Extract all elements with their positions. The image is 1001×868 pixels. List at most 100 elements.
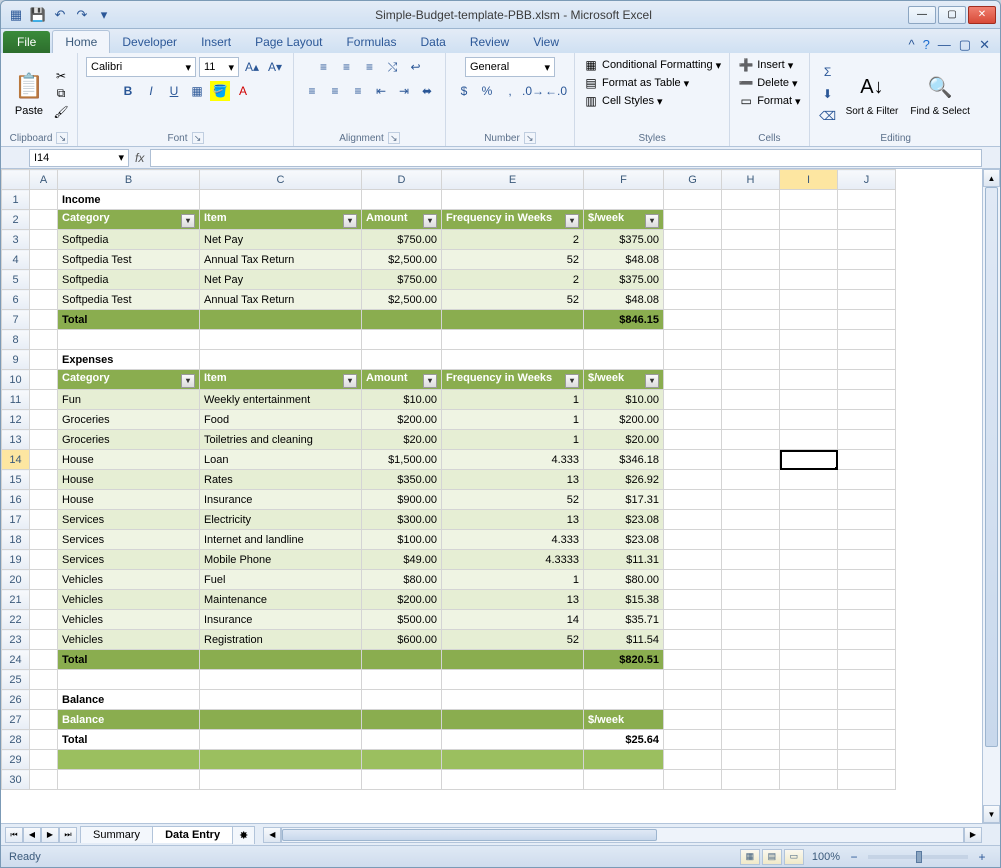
format-painter-icon[interactable]: 🖌 [53,104,69,120]
cell-D30[interactable] [362,770,442,790]
cell-J16[interactable] [838,490,896,510]
cell-A1[interactable] [30,190,58,210]
cell-A4[interactable] [30,250,58,270]
cell-I20[interactable] [780,570,838,590]
cell-D7[interactable] [362,310,442,330]
undo-icon[interactable]: ↶ [51,6,69,24]
cell-H21[interactable] [722,590,780,610]
tab-page-layout[interactable]: Page Layout [243,31,334,53]
cell-C7[interactable] [200,310,362,330]
format-cells-button[interactable]: ▭Format▾ [738,93,800,109]
cell-G4[interactable] [664,250,722,270]
hscroll-thumb[interactable] [282,829,656,841]
cell-E6[interactable]: 52 [442,290,584,310]
row-header-5[interactable]: 5 [2,270,30,290]
filter-icon[interactable]: ▾ [645,214,659,228]
cell-C11[interactable]: Weekly entertainment [200,390,362,410]
increase-decimal-icon[interactable]: .0→ [523,81,543,101]
cell-F15[interactable]: $26.92 [584,470,664,490]
cell-A3[interactable] [30,230,58,250]
close-button[interactable]: ✕ [968,6,996,24]
cell-J17[interactable] [838,510,896,530]
col-header-I[interactable]: I [780,170,838,190]
cell-B1[interactable]: Income [58,190,200,210]
cell-A24[interactable] [30,650,58,670]
cell-B8[interactable] [58,330,200,350]
cell-G10[interactable] [664,370,722,390]
cut-icon[interactable]: ✂ [53,68,69,84]
cell-D17[interactable]: $300.00 [362,510,442,530]
cell-G27[interactable] [664,710,722,730]
cell-D4[interactable]: $2,500.00 [362,250,442,270]
cell-C3[interactable]: Net Pay [200,230,362,250]
cell-G24[interactable] [664,650,722,670]
cell-I7[interactable] [780,310,838,330]
col-header-G[interactable]: G [664,170,722,190]
decrease-indent-icon[interactable]: ⇤ [371,81,391,101]
cell-C26[interactable] [200,690,362,710]
cell-C2[interactable]: Item▾ [200,210,362,230]
cell-E12[interactable]: 1 [442,410,584,430]
cell-H2[interactable] [722,210,780,230]
cell-E26[interactable] [442,690,584,710]
cell-E16[interactable]: 52 [442,490,584,510]
cell-J24[interactable] [838,650,896,670]
cell-A30[interactable] [30,770,58,790]
tab-home[interactable]: Home [52,30,110,53]
cell-E14[interactable]: 4.333 [442,450,584,470]
cell-G13[interactable] [664,430,722,450]
cell-I24[interactable] [780,650,838,670]
row-header-27[interactable]: 27 [2,710,30,730]
row-header-4[interactable]: 4 [2,250,30,270]
row-header-8[interactable]: 8 [2,330,30,350]
cell-J2[interactable] [838,210,896,230]
orientation-icon[interactable]: ⤭ [383,57,403,77]
cell-H4[interactable] [722,250,780,270]
cell-B18[interactable]: Services [58,530,200,550]
cell-I1[interactable] [780,190,838,210]
cell-F26[interactable] [584,690,664,710]
copy-icon[interactable]: ⧉ [53,86,69,102]
cell-J20[interactable] [838,570,896,590]
cell-G1[interactable] [664,190,722,210]
cell-J27[interactable] [838,710,896,730]
cell-J15[interactable] [838,470,896,490]
cell-D19[interactable]: $49.00 [362,550,442,570]
cell-E22[interactable]: 14 [442,610,584,630]
cell-F1[interactable] [584,190,664,210]
cell-J13[interactable] [838,430,896,450]
row-header-17[interactable]: 17 [2,510,30,530]
cell-I9[interactable] [780,350,838,370]
cell-D9[interactable] [362,350,442,370]
cell-H10[interactable] [722,370,780,390]
cell-F22[interactable]: $35.71 [584,610,664,630]
cell-F30[interactable] [584,770,664,790]
mdi-restore-icon[interactable]: ▢ [959,37,971,53]
cell-B27[interactable]: Balance [58,710,200,730]
cell-I15[interactable] [780,470,838,490]
cell-E9[interactable] [442,350,584,370]
cell-A15[interactable] [30,470,58,490]
formula-bar[interactable] [150,149,982,167]
conditional-formatting-button[interactable]: ▦Conditional Formatting▾ [583,57,721,73]
cell-B15[interactable]: House [58,470,200,490]
cell-D27[interactable] [362,710,442,730]
normal-view-icon[interactable]: ▦ [740,849,760,865]
zoom-in-button[interactable]: + [972,847,992,867]
row-header-15[interactable]: 15 [2,470,30,490]
cell-H3[interactable] [722,230,780,250]
cell-I30[interactable] [780,770,838,790]
sheet-last-icon[interactable]: ⏭ [59,827,77,843]
cell-H11[interactable] [722,390,780,410]
delete-cells-button[interactable]: ➖Delete▾ [738,75,797,91]
sheet-tab-data-entry[interactable]: Data Entry [152,826,233,843]
cell-H20[interactable] [722,570,780,590]
cell-H14[interactable] [722,450,780,470]
cell-J6[interactable] [838,290,896,310]
cell-E27[interactable] [442,710,584,730]
cell-A21[interactable] [30,590,58,610]
cell-B23[interactable]: Vehicles [58,630,200,650]
select-all-button[interactable] [2,170,30,190]
cell-J4[interactable] [838,250,896,270]
cell-B17[interactable]: Services [58,510,200,530]
